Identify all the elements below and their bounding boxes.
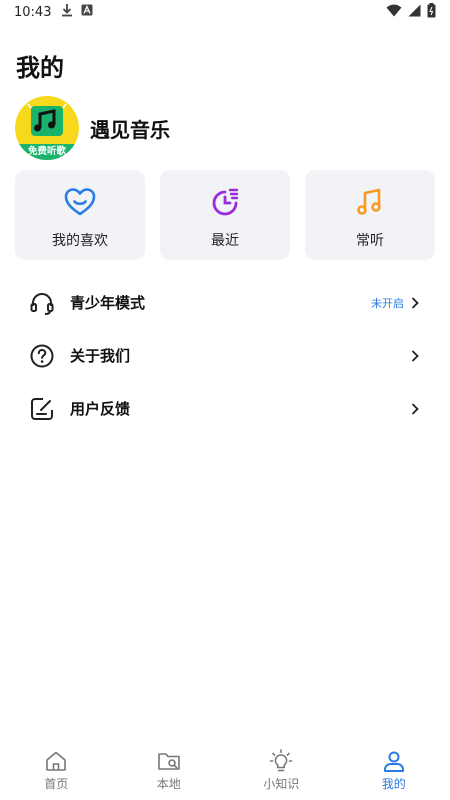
recent-icon xyxy=(209,186,241,218)
card-label: 最近 xyxy=(211,233,239,249)
menu-item-feedback[interactable]: 用户反馈 xyxy=(0,382,450,435)
music-note-icon xyxy=(354,186,386,218)
heart-icon xyxy=(64,186,96,218)
lightbulb-icon xyxy=(269,748,293,773)
nav-label: 我的 xyxy=(381,776,406,791)
card-label: 常听 xyxy=(356,233,384,249)
nav-label: 小知识 xyxy=(263,776,300,791)
nav-label: 本地 xyxy=(156,776,181,791)
profile-icon xyxy=(382,749,406,773)
card-favorites[interactable]: 我的喜欢 xyxy=(15,170,145,260)
card-frequent[interactable]: 常听 xyxy=(305,170,435,260)
nav-tab-tips[interactable]: 小知识 xyxy=(225,736,338,800)
menu-item-teen-mode[interactable]: 青少年模式 未开启 xyxy=(0,276,450,329)
menu-label: 关于我们 xyxy=(70,347,131,365)
question-icon xyxy=(29,343,55,369)
settings-menu: 青少年模式 未开启 关于我们 用户反馈 xyxy=(0,276,450,435)
chevron-right-icon xyxy=(411,296,419,309)
nav-tab-mine[interactable]: 我的 xyxy=(338,736,450,800)
a-badge-icon xyxy=(81,4,93,20)
chevron-right-icon xyxy=(411,402,419,415)
nav-label: 首页 xyxy=(44,776,69,791)
signal-icon xyxy=(408,4,421,21)
menu-item-about-us[interactable]: 关于我们 xyxy=(0,329,450,382)
download-icon xyxy=(61,3,73,21)
menu-label: 用户反馈 xyxy=(70,400,131,418)
page-title: 我的 xyxy=(16,54,64,82)
avatar[interactable]: 免费听歌 xyxy=(15,96,79,160)
music-note-logo-icon xyxy=(25,102,69,148)
home-icon xyxy=(44,749,68,773)
avatar-ribbon: 免费听歌 xyxy=(15,144,79,160)
card-label: 我的喜欢 xyxy=(52,233,108,249)
feedback-icon xyxy=(29,396,55,422)
card-recent[interactable]: 最近 xyxy=(160,170,290,260)
status-bar: 10:43 xyxy=(0,0,450,24)
quick-cards: 我的喜欢 最近 常听 xyxy=(15,170,435,260)
chevron-right-icon xyxy=(411,349,419,362)
headphones-icon xyxy=(29,290,55,316)
battery-icon xyxy=(427,2,436,22)
menu-label: 青少年模式 xyxy=(70,294,146,312)
nav-tab-local[interactable]: 本地 xyxy=(113,736,226,800)
app-name: 遇见音乐 xyxy=(90,117,170,142)
bottom-nav: 首页 本地 小知识 我的 xyxy=(0,736,450,800)
profile-header[interactable]: 免费听歌 遇见音乐 xyxy=(15,96,170,160)
status-time: 10:43 xyxy=(14,4,52,20)
wifi-icon xyxy=(386,4,402,21)
teen-mode-status: 未开启 xyxy=(371,296,404,310)
local-folder-icon xyxy=(157,749,181,773)
nav-tab-home[interactable]: 首页 xyxy=(0,736,113,800)
